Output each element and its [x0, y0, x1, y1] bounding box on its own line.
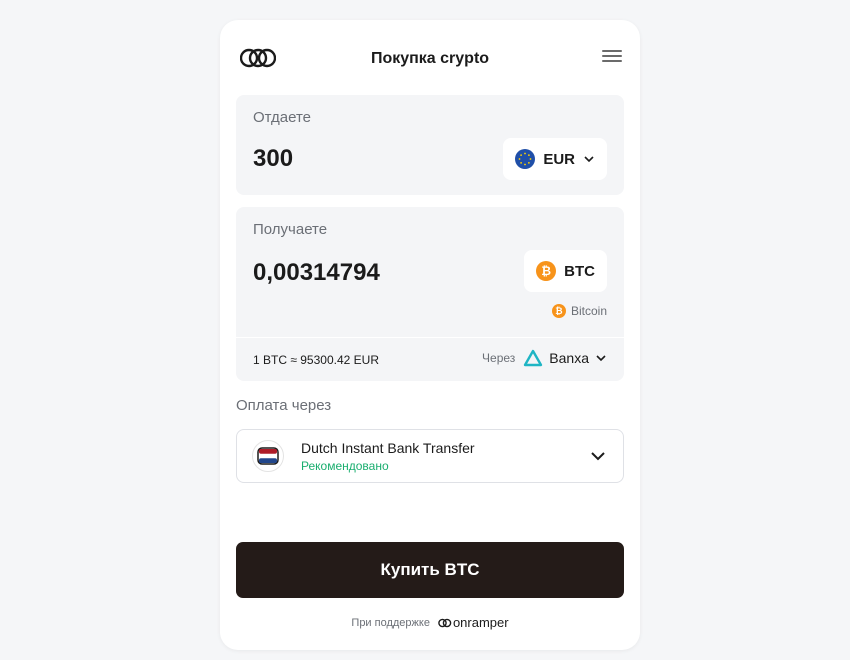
exchange-rate: 1 BTC ≈ 95300.42 EUR	[253, 353, 379, 367]
payment-label: Оплата через	[236, 397, 332, 414]
send-label: Отдаете	[253, 109, 312, 126]
bitcoin-icon: ₿	[536, 261, 557, 281]
send-panel: Отдаете 300 EUR	[236, 95, 624, 195]
payment-method-selector[interactable]: Dutch Instant Bank Transfer Рекомендован…	[236, 429, 624, 483]
page-title: Покупка crypto	[370, 50, 490, 67]
provider-name: Banxa	[549, 350, 589, 366]
netherlands-flag-icon	[252, 440, 284, 472]
buy-button[interactable]: Купить BTC	[236, 542, 624, 598]
recommended-tag: Рекомендовано	[301, 459, 389, 473]
receive-label: Получаете	[253, 221, 328, 238]
network-label: ₿ Bitcoin	[551, 304, 607, 318]
chevron-down-icon	[596, 355, 606, 362]
receive-panel: Получаете 0,00314794 ₿ BTC ₿ Bitcoin 1 B…	[236, 207, 624, 381]
via-label: Через	[482, 351, 516, 365]
receive-currency-code: BTC	[564, 262, 595, 280]
network-name: Bitcoin	[570, 304, 607, 318]
divider	[236, 337, 624, 338]
eu-flag-icon	[515, 149, 536, 169]
powered-by-label: При поддержке	[351, 616, 430, 629]
send-currency-selector[interactable]: EUR	[503, 138, 607, 180]
hamburger-menu-icon[interactable]	[602, 50, 622, 64]
footer: При поддержке onramper	[220, 615, 640, 630]
bitcoin-icon: ₿	[551, 304, 566, 318]
receive-currency-selector[interactable]: ₿ BTC	[524, 250, 607, 292]
receive-amount: 0,00314794	[253, 259, 380, 286]
send-currency-code: EUR	[543, 150, 575, 168]
send-amount-input[interactable]: 300	[253, 145, 293, 173]
brand-name: onramper	[452, 615, 509, 630]
provider-selector[interactable]: Через Banxa	[482, 349, 607, 367]
header: Покупка crypto	[220, 20, 640, 96]
widget-card: Покупка crypto Отдаете 300 EUR Получаете…	[220, 20, 640, 650]
onramper-logo-icon	[438, 618, 452, 627]
payment-method-name: Dutch Instant Bank Transfer	[301, 440, 475, 456]
chevron-down-icon	[591, 452, 605, 461]
chevron-down-icon	[584, 156, 594, 163]
onramper-brand[interactable]: onramper	[438, 615, 509, 630]
banxa-logo-icon	[524, 349, 543, 367]
